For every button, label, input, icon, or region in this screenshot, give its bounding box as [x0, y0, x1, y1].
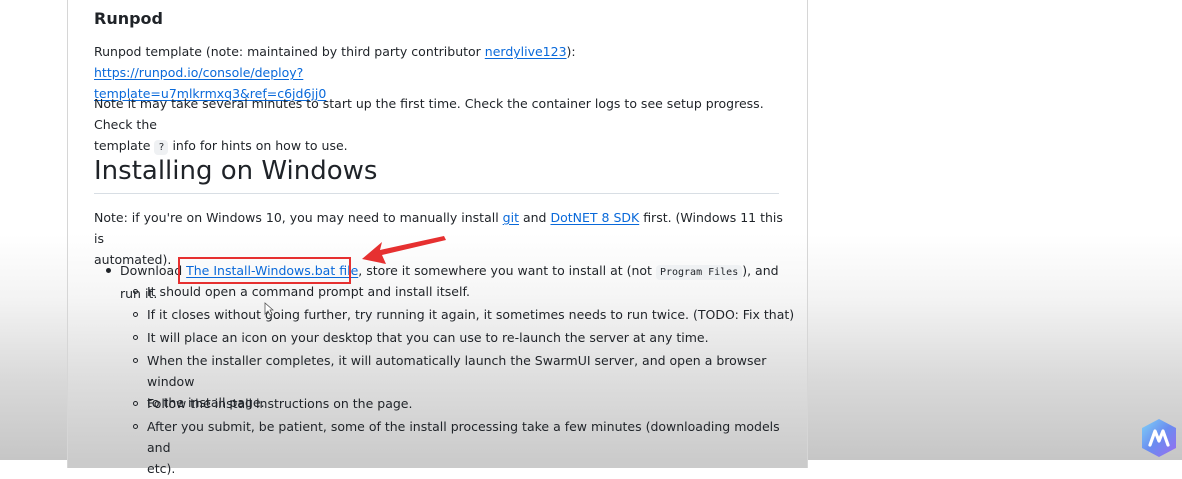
heading-divider — [94, 193, 779, 194]
sub-item-6: After you submit, be patient, some of th… — [147, 419, 780, 476]
template-prefix-text: Runpod template (note: maintained by thi… — [94, 44, 485, 59]
sub-bullet-ring — [133, 358, 138, 363]
sub-item-3: It will place an icon on your desktop th… — [147, 330, 709, 345]
runpod-note-paragraph: Note it may take several minutes to star… — [94, 93, 784, 158]
bullet-dot — [106, 268, 111, 273]
contributor-link[interactable]: nerdylive123 — [485, 44, 567, 59]
highlight-box — [178, 257, 351, 284]
app-logo-icon — [1142, 419, 1176, 457]
runpod-heading: Runpod — [94, 9, 163, 28]
windows-heading: Installing on Windows — [94, 156, 378, 186]
sub-bullet-ring — [133, 289, 138, 294]
sub-item-2: If it closes without going further, try … — [147, 307, 795, 322]
note-line1: Note it may take several minutes to star… — [94, 96, 764, 132]
program-files-code: Program Files — [655, 265, 743, 280]
note-line2-after: info for hints on how to use. — [172, 138, 348, 153]
note-template-word: template — [94, 138, 151, 153]
sub-item-5: Follow the install instructions on the p… — [147, 396, 413, 411]
sub-bullet-ring — [133, 335, 138, 340]
annotation-arrow-icon — [362, 236, 446, 264]
sub-bullet-ring — [133, 401, 138, 406]
sub-item-1: It should open a command prompt and inst… — [147, 284, 470, 299]
mouse-cursor-icon — [264, 302, 274, 316]
git-link[interactable]: git — [503, 210, 519, 225]
sub-bullet-ring — [133, 424, 138, 429]
dotnet-link[interactable]: DotNET 8 SDK — [550, 210, 639, 225]
colon-text: ): — [566, 44, 576, 59]
sub-bullet-ring — [133, 312, 138, 317]
